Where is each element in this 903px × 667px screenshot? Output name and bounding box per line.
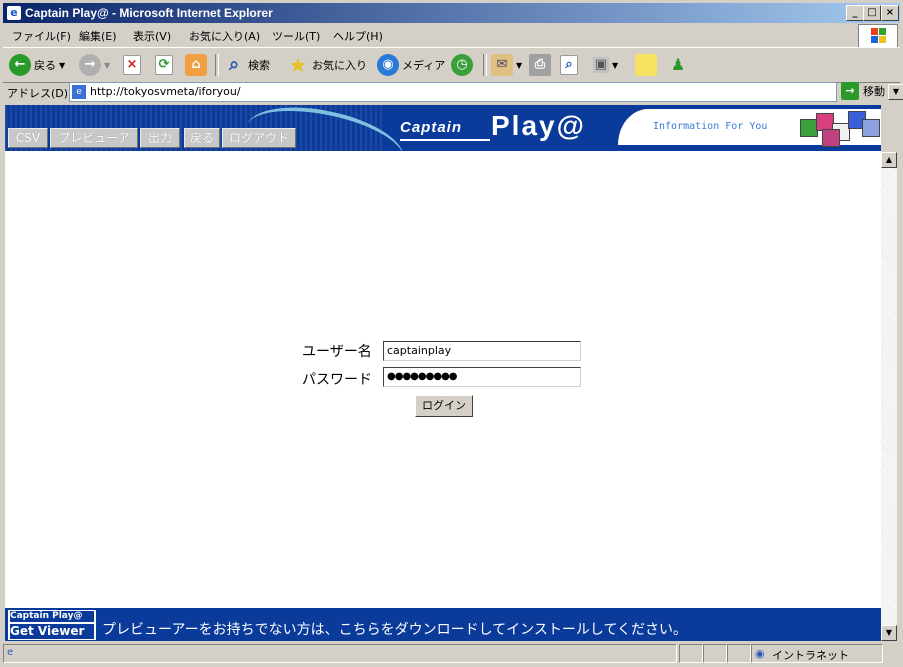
messenger-button[interactable]: ♟ <box>667 53 689 77</box>
star-icon: ★ <box>289 53 307 77</box>
edit-button[interactable]: ⌕ <box>560 53 578 77</box>
dropdown-arrow-icon: ▼ <box>104 60 111 70</box>
username-input[interactable] <box>384 342 578 358</box>
minimize-button[interactable]: _ <box>846 5 864 21</box>
media-label: メディア <box>402 59 446 72</box>
vertical-scrollbar[interactable]: ▲ ▼ <box>881 152 897 641</box>
zone-label: イントラネット <box>772 649 849 662</box>
banner-tagline: Information For You <box>653 121 768 132</box>
refresh-button[interactable]: ⟳ <box>155 53 173 77</box>
password-input[interactable] <box>384 368 578 384</box>
password-field-frame <box>383 367 581 387</box>
page-content: Captain Play@ Information For You CSV プレ… <box>5 105 881 641</box>
windows-logo-icon <box>858 24 898 48</box>
window-title: Captain Play@ - Microsoft Internet Explo… <box>25 6 273 20</box>
status-bar: e ◉ イントラネット <box>3 643 900 663</box>
maximize-button[interactable]: □ <box>863 5 881 21</box>
print-button[interactable]: ⎙ <box>529 53 551 77</box>
get-viewer-link[interactable]: Captain Play@ Get Viewer <box>7 609 97 641</box>
forward-arrow-icon: → <box>79 54 101 76</box>
notes-button[interactable] <box>635 53 657 77</box>
back-label: 戻る <box>34 59 56 72</box>
edit-page-icon: ⌕ <box>560 55 578 75</box>
favorites-button[interactable]: ★ お気に入り <box>287 53 367 77</box>
zone-cell: ◉ イントラネット <box>751 644 883 663</box>
home-button[interactable]: ⌂ <box>185 53 207 77</box>
menu-view[interactable]: 表示(V) <box>133 28 171 44</box>
go-label: 移動 <box>863 85 885 98</box>
previewer-button[interactable]: プレビューア <box>50 128 138 148</box>
address-bar: アドレス(D) e http://tokyosvmeta/iforyou/ ▼ … <box>3 82 903 102</box>
close-button[interactable]: × <box>881 5 899 21</box>
search-icon: ⌕ <box>228 54 240 75</box>
printer-icon: ⎙ <box>529 54 551 76</box>
username-field-frame <box>383 341 581 361</box>
menu-favorites[interactable]: お気に入り(A) <box>189 28 260 44</box>
status-text-cell: e <box>3 644 677 663</box>
messenger-icon: ♟ <box>670 55 686 74</box>
ie-icon: e <box>7 6 21 20</box>
brand-captain: Captain <box>400 119 463 136</box>
menu-bar: ファイル(F) 編集(E) 表示(V) お気に入り(A) ツール(T) ヘルプ(… <box>3 24 853 44</box>
dropdown-arrow-icon: ▼ <box>59 60 66 70</box>
note-icon <box>635 54 657 76</box>
media-button[interactable]: ◉ メディア <box>377 53 445 77</box>
menu-edit[interactable]: 編集(E) <box>79 28 117 44</box>
menu-tools[interactable]: ツール(T) <box>272 28 320 44</box>
address-url: http://tokyosvmeta/iforyou/ <box>90 85 241 98</box>
dropdown-arrow-icon: ▼ <box>516 60 523 70</box>
address-dropdown-icon[interactable]: ▼ <box>888 84 903 100</box>
back-button[interactable]: ← 戻る ▼ <box>9 53 65 77</box>
refresh-icon: ⟳ <box>155 55 173 75</box>
go-button[interactable]: → 移動 <box>841 82 885 100</box>
history-icon: ◷ <box>451 54 473 76</box>
scroll-up-icon[interactable]: ▲ <box>881 152 897 168</box>
dropdown-arrow-icon: ▼ <box>612 60 619 70</box>
menu-file[interactable]: ファイル(F) <box>12 28 71 44</box>
page-status-icon: e <box>7 647 14 658</box>
back-arrow-icon: ← <box>9 54 31 76</box>
address-input[interactable]: e http://tokyosvmeta/iforyou/ ▼ <box>69 82 903 102</box>
forward-button[interactable]: → ▼ <box>79 53 110 77</box>
toolbar: ← 戻る ▼ → ▼ × ⟳ ⌂ ⌕ 検索 ★ お気に入り ◉ メディア ◷ ✉… <box>3 47 900 83</box>
viewer-logo-bottom: Get Viewer <box>10 624 94 639</box>
search-button[interactable]: ⌕ 検索 <box>223 53 270 77</box>
back-nav-button[interactable]: 戻る <box>184 128 220 148</box>
search-label: 検索 <box>248 59 270 72</box>
go-arrow-icon: → <box>841 82 859 100</box>
username-label: ユーザー名 <box>302 344 372 360</box>
stop-button[interactable]: × <box>123 53 141 77</box>
page-icon: e <box>72 85 86 99</box>
output-button[interactable]: 出力 <box>140 128 180 148</box>
mail-icon: ✉ <box>491 54 513 76</box>
menu-help[interactable]: ヘルプ(H) <box>333 28 383 44</box>
media-globe-icon: ◉ <box>377 54 399 76</box>
brand-play: Play@ <box>491 110 586 141</box>
intranet-globe-icon: ◉ <box>755 647 765 660</box>
favorites-label: お気に入り <box>312 59 367 72</box>
history-button[interactable]: ◷ <box>451 53 473 77</box>
download-message[interactable]: プレビューアーをお持ちでない方は、こちらをダウンロードしてインストールしてくださ… <box>102 619 687 639</box>
password-label: パスワード <box>302 372 372 388</box>
mail-button[interactable]: ✉ ▼ <box>491 53 522 77</box>
address-label: アドレス(D) <box>7 87 69 100</box>
viewer-logo-top: Captain Play@ <box>10 611 94 622</box>
discuss-icon: ▣ <box>593 57 609 73</box>
stop-icon: × <box>123 55 141 75</box>
home-icon: ⌂ <box>185 54 207 76</box>
scroll-down-icon[interactable]: ▼ <box>881 625 897 641</box>
login-button[interactable]: ログイン <box>415 395 473 417</box>
cubes-logo-icon <box>796 109 880 147</box>
csv-button[interactable]: CSV <box>8 128 48 148</box>
discuss-button[interactable]: ▣ ▼ <box>593 53 618 77</box>
logout-button[interactable]: ログアウト <box>222 128 296 148</box>
title-bar: e Captain Play@ - Microsoft Internet Exp… <box>3 3 900 23</box>
